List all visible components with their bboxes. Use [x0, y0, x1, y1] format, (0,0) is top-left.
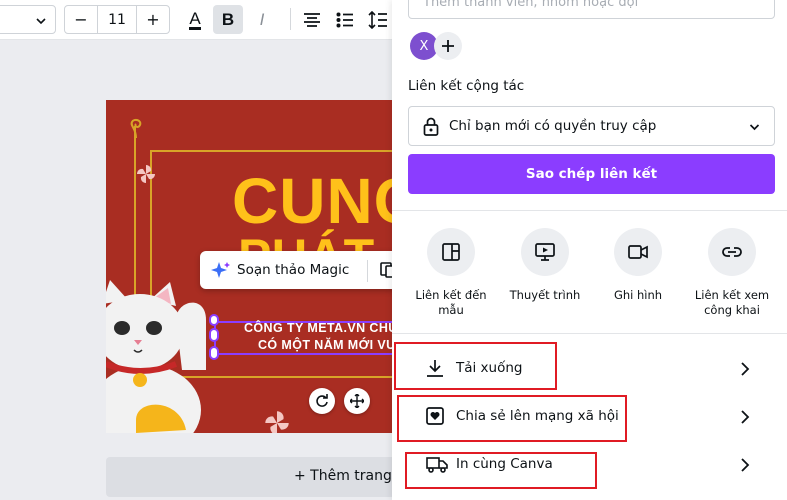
plus-icon: [442, 40, 454, 52]
rotate-button[interactable]: [309, 388, 335, 414]
row-label: Tải xuống: [456, 360, 523, 376]
resize-handle-top[interactable]: [209, 314, 219, 326]
move-icon: [350, 394, 364, 408]
heart-icon: [426, 407, 444, 425]
option-template-link[interactable]: Liên kết đến mẫu: [406, 228, 496, 318]
bullet-list-icon: [336, 12, 353, 27]
list-button[interactable]: [330, 5, 360, 34]
add-page-button[interactable]: + Thêm trang: [106, 457, 396, 497]
option-label: Ghi hình: [613, 288, 663, 302]
font-size-stepper[interactable]: − 11 +: [64, 5, 170, 34]
option-label: Liên kết xem công khai: [694, 288, 770, 317]
row-share-social[interactable]: Chia sẻ lên mạng xã hội: [392, 395, 787, 439]
collab-link-heading: Liên kết cộng tác: [408, 78, 525, 94]
lock-icon: [423, 117, 439, 136]
resize-handle-side[interactable]: [209, 328, 219, 342]
chevron-down-icon: [749, 124, 760, 131]
row-label: In cùng Canva: [456, 456, 553, 472]
line-spacing-icon: [368, 10, 387, 29]
row-download[interactable]: Tải xuống: [392, 347, 787, 391]
row-label: Chia sẻ lên mạng xã hội: [456, 408, 619, 424]
italic-icon: I: [259, 9, 265, 29]
lucky-cat-illustration: [106, 280, 206, 433]
link-access-value: Chỉ bạn mới có quyền truy cập: [449, 118, 657, 134]
template-link-button[interactable]: [427, 228, 475, 276]
pinwheel-flower-icon: [136, 164, 156, 184]
video-camera-icon: [628, 245, 648, 259]
option-label: Thuyết trình: [509, 288, 581, 302]
panel-divider: [392, 210, 787, 211]
bold-button[interactable]: B: [213, 5, 243, 34]
option-public-view-link[interactable]: Liên kết xem công khai: [687, 228, 777, 318]
option-present[interactable]: Thuyết trình: [500, 228, 590, 303]
italic-button[interactable]: I: [247, 5, 277, 34]
toolbar-divider: [290, 8, 291, 30]
swirl-ornament-icon: [130, 118, 142, 139]
copy-link-button[interactable]: Sao chép liên kết: [408, 154, 775, 194]
public-link-button[interactable]: [708, 228, 756, 276]
chevron-right-icon: [741, 458, 750, 472]
invite-placeholder: Thêm thành viên, nhóm hoặc đội: [423, 0, 639, 10]
invite-people-input[interactable]: Thêm thành viên, nhóm hoặc đội: [408, 0, 775, 19]
add-collaborator-button[interactable]: [434, 32, 462, 60]
pinwheel-flower-icon: [265, 411, 289, 433]
chevron-down-icon: [36, 18, 46, 25]
chevron-right-icon: [741, 362, 750, 376]
resize-handle-bottom[interactable]: [209, 346, 219, 360]
template-icon: [442, 243, 460, 261]
spacing-button[interactable]: [363, 5, 393, 34]
panel-divider: [392, 333, 787, 334]
row-print-with-canva[interactable]: In cùng Canva: [392, 443, 787, 487]
bold-icon: B: [221, 9, 235, 29]
present-icon: [535, 243, 555, 261]
link-access-select[interactable]: Chỉ bạn mới có quyền truy cập: [408, 106, 775, 146]
popover-divider: [367, 260, 368, 282]
editor-toolbar: − 11 + A B I: [0, 0, 392, 40]
text-color-icon: A: [189, 8, 201, 30]
rotate-icon: [316, 394, 328, 407]
option-label: Liên kết đến mẫu: [415, 288, 487, 317]
share-panel: Thêm thành viên, nhóm hoặc đội X Liên kế…: [392, 0, 787, 500]
magic-write-label[interactable]: Soạn thảo Magic: [237, 262, 349, 278]
headline-line-1[interactable]: CUNG: [232, 164, 392, 238]
font-family-select[interactable]: [0, 5, 56, 34]
sparkle-icon: [211, 262, 230, 278]
link-icon: [722, 247, 742, 257]
truck-icon: [426, 457, 448, 473]
decrease-font-size-button[interactable]: −: [65, 6, 97, 33]
move-button[interactable]: [344, 388, 370, 414]
record-button[interactable]: [614, 228, 662, 276]
magic-write-popover[interactable]: Soạn thảo Magic: [200, 251, 400, 289]
increase-font-size-button[interactable]: +: [137, 6, 169, 33]
font-size-value[interactable]: 11: [97, 6, 137, 33]
selected-text-line-2[interactable]: CÓ MỘT NĂM MỚI VU: [258, 338, 392, 352]
add-page-label: + Thêm trang: [294, 468, 392, 484]
align-center-icon: [304, 12, 320, 27]
download-icon: [427, 360, 443, 377]
frame-line-top: [150, 150, 392, 152]
selected-text-line-1[interactable]: CÔNG TY META.VN CHÚ: [244, 321, 392, 335]
text-color-button[interactable]: A: [180, 5, 210, 34]
chevron-right-icon: [741, 410, 750, 424]
option-record[interactable]: Ghi hình: [593, 228, 683, 303]
present-button[interactable]: [521, 228, 569, 276]
align-button[interactable]: [297, 5, 327, 34]
